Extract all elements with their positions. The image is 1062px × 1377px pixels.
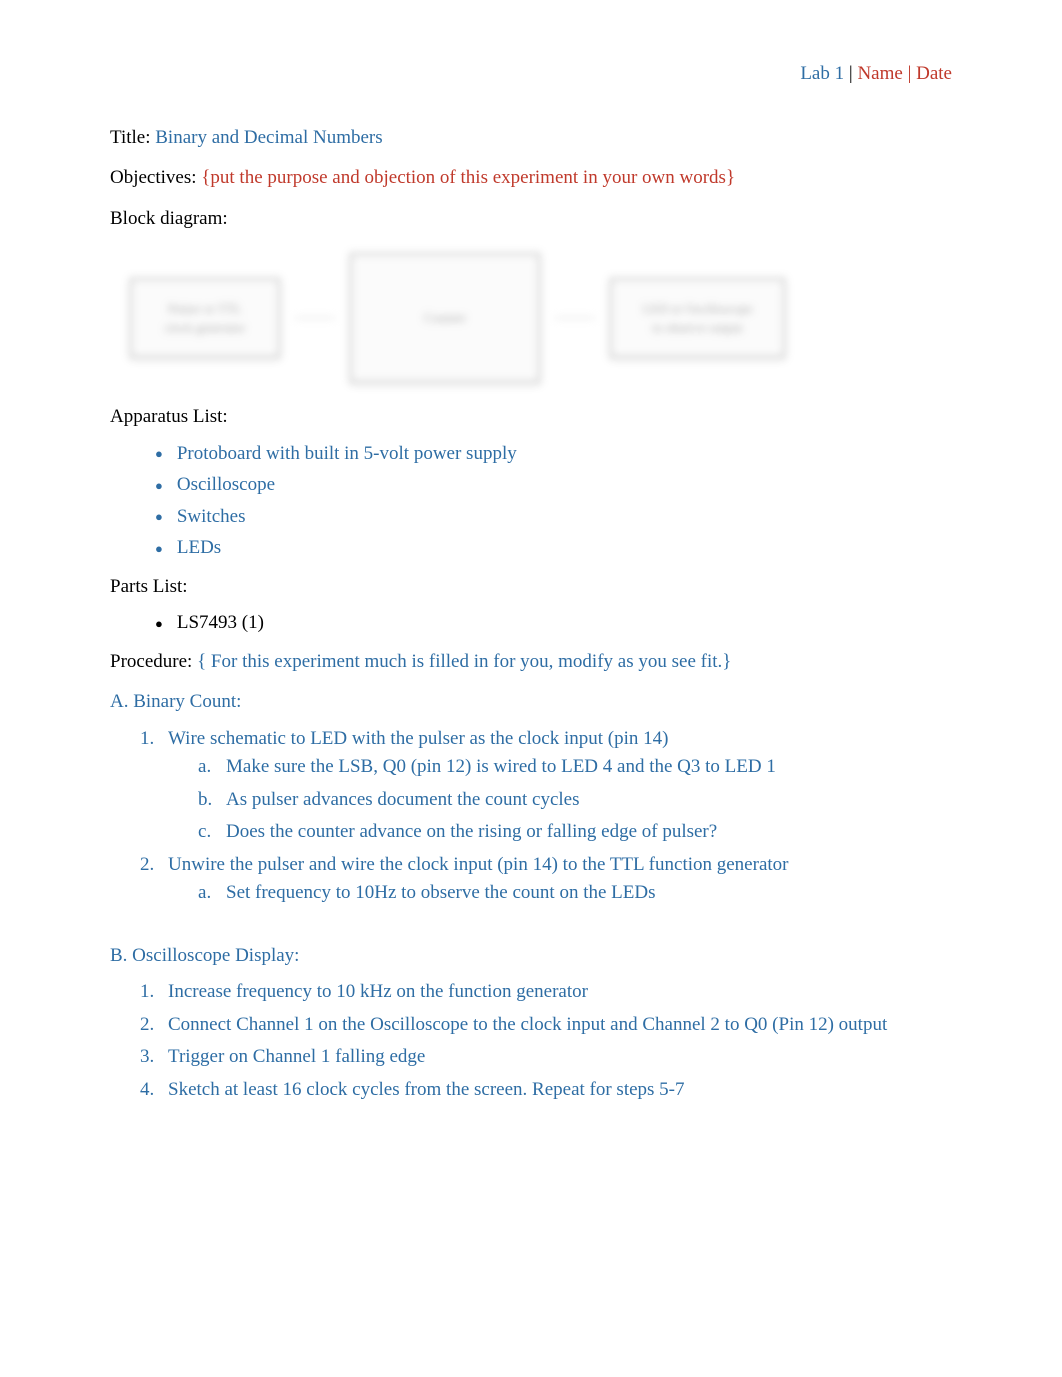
title-section: Title: Binary and Decimal Numbers [110,124,952,153]
diagram-box-counter: Counter [350,253,540,383]
list-item: As pulser advances document the count cy… [198,786,952,815]
student-name: Name [857,63,902,84]
procedure-label: Procedure: [110,651,192,672]
block-diagram: Pulser or TTL clock generator Counter LE… [130,253,952,383]
page-header: Lab 1 | Name | Date [110,60,952,89]
list-item: LEDs [155,534,952,563]
block-diagram-section: Block diagram: [110,205,952,234]
list-item: Trigger on Channel 1 falling edge [140,1043,952,1072]
list-item: Increase frequency to 10 kHz on the func… [140,978,952,1007]
parts-list-section: Parts List: [110,573,952,602]
diagram-connector [555,317,595,319]
apparatus-list-label: Apparatus List: [110,406,228,427]
apparatus-list: Protoboard with built in 5-volt power su… [110,440,952,563]
apparatus-list-section: Apparatus List: [110,403,952,432]
list-item: Protoboard with built in 5-volt power su… [155,440,952,469]
list-item: Wire schematic to LED with the pulser as… [140,725,952,847]
parts-list-label: Parts List: [110,576,188,597]
date-field: Date [916,63,952,84]
list-item: Connect Channel 1 on the Oscilloscope to… [140,1011,952,1040]
separator: | [903,63,916,84]
list-item-text: Unwire the pulser and wire the clock inp… [168,854,788,875]
diagram-box-input: Pulser or TTL clock generator [130,278,280,358]
title-label: Title: [110,127,151,148]
list-item-text: Wire schematic to LED with the pulser as… [168,728,669,749]
section-a-list: Wire schematic to LED with the pulser as… [110,725,952,908]
list-item: Sketch at least 16 clock cycles from the… [140,1076,952,1105]
sub-list: Set frequency to 10Hz to observe the cou… [168,879,952,908]
list-item: Unwire the pulser and wire the clock inp… [140,851,952,908]
procedure-section: Procedure: { For this experiment much is… [110,648,952,677]
list-item: Make sure the LSB, Q0 (pin 12) is wired … [198,753,952,782]
parts-list: LS7493 (1) [110,609,952,638]
lab-number: Lab 1 [800,63,844,84]
sub-list: Make sure the LSB, Q0 (pin 12) is wired … [168,753,952,847]
diagram-connector [295,317,335,319]
block-diagram-label: Block diagram: [110,208,228,229]
separator: | [844,63,857,84]
procedure-note: { For this experiment much is filled in … [197,651,731,672]
section-b-list: Increase frequency to 10 kHz on the func… [110,978,952,1104]
objectives-section: Objectives: {put the purpose and objecti… [110,164,952,193]
list-item: Switches [155,503,952,532]
list-item: Does the counter advance on the rising o… [198,818,952,847]
diagram-box-output: LED or Oscilloscope to observe output [610,278,785,358]
list-item: Set frequency to 10Hz to observe the cou… [198,879,952,908]
section-b-title: B. Oscilloscope Display: [110,942,952,971]
list-item: LS7493 (1) [155,609,952,638]
objectives-label: Objectives: [110,167,197,188]
objectives-placeholder: {put the purpose and objection of this e… [201,167,735,188]
section-a-title: A. Binary Count: [110,688,952,717]
title-value: Binary and Decimal Numbers [155,127,382,148]
list-item: Oscilloscope [155,471,952,500]
